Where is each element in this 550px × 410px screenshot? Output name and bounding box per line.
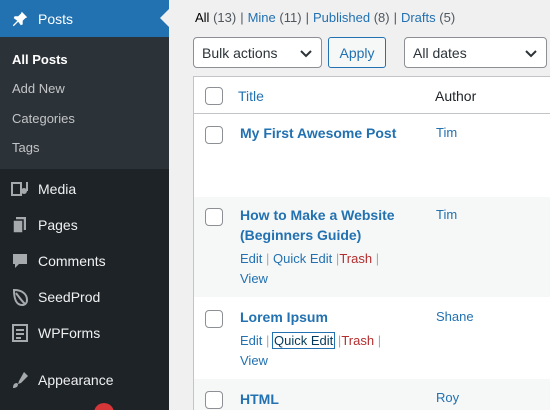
row-checkbox[interactable]: [205, 208, 223, 226]
pushpin-icon: [10, 9, 30, 29]
comments-icon: [10, 251, 30, 271]
sidebar-item-label: SeedProd: [38, 289, 101, 305]
post-title-link[interactable]: How to Make a Website (Beginners Guide): [240, 205, 420, 245]
seedprod-icon: [10, 287, 30, 307]
sidebar-item-label: Pages: [38, 217, 78, 233]
post-title-link[interactable]: HTML: [240, 389, 420, 409]
sidebar-item-seedprod[interactable]: SeedProd: [0, 279, 169, 315]
table-row: My First Awesome Post Tim: [194, 115, 550, 197]
view-mine-count: (11): [279, 10, 302, 25]
sidebar-item-label: Appearance: [38, 372, 114, 388]
post-author-link[interactable]: Roy: [436, 390, 459, 405]
bulk-actions-select[interactable]: Bulk actions: [193, 37, 322, 68]
view-all-link[interactable]: All (13): [195, 10, 236, 25]
appearance-icon: [10, 370, 30, 390]
table-header: Title Author: [194, 77, 550, 114]
column-title-header[interactable]: Title: [238, 88, 264, 104]
sidebar-item-appearance[interactable]: Appearance: [0, 362, 169, 398]
view-published-count: (8): [373, 10, 390, 25]
sidebar-item-comments[interactable]: Comments: [0, 243, 169, 279]
view-separator: |: [240, 10, 244, 25]
select-all-checkbox[interactable]: [205, 87, 223, 105]
row-actions: Edit | Quick Edit |Trash | View: [240, 331, 400, 371]
post-author-link[interactable]: Shane: [436, 309, 474, 324]
bulk-actions-value: Bulk actions: [202, 44, 278, 61]
view-drafts-link[interactable]: Drafts (5): [401, 10, 455, 25]
view-all-count: (13): [213, 10, 237, 25]
column-author-header: Author: [435, 88, 477, 104]
wpforms-icon: [10, 323, 30, 343]
view-published-link[interactable]: Published (8): [313, 10, 390, 25]
sidebar-item-label: Media: [38, 181, 77, 197]
action-separator: |: [266, 251, 270, 266]
table-row: How to Make a Website (Beginners Guide) …: [194, 197, 550, 297]
post-title-link[interactable]: My First Awesome Post: [240, 123, 420, 143]
action-separator: |: [377, 333, 382, 348]
quick-edit-link[interactable]: Quick Edit: [273, 251, 332, 266]
submenu-all-posts[interactable]: All Posts: [12, 52, 68, 67]
sidebar-item-media[interactable]: Media: [0, 171, 169, 207]
post-title-line: (Beginners Guide): [240, 227, 362, 243]
table-row: Lorem Ipsum Shane Edit | Quick Edit |Tra…: [194, 297, 550, 379]
view-link[interactable]: View: [240, 271, 268, 286]
sidebar-item-posts[interactable]: Posts: [0, 0, 169, 37]
view-separator: |: [305, 10, 309, 25]
notification-badge: [94, 403, 114, 410]
row-checkbox[interactable]: [205, 126, 223, 144]
chevron-down-icon: [299, 46, 313, 60]
view-mine-link[interactable]: Mine (11): [248, 10, 302, 25]
sidebar-item-label: Posts: [38, 10, 74, 27]
posts-table: Title Author My First Awesome Post Tim H…: [193, 76, 550, 410]
view-separator: |: [393, 10, 397, 25]
view-link[interactable]: View: [240, 353, 268, 368]
pages-icon: [10, 215, 30, 235]
edit-link[interactable]: Edit: [240, 251, 262, 266]
date-filter-value: All dates: [413, 44, 467, 61]
row-actions: Edit | Quick Edit |Trash | View: [240, 249, 400, 289]
post-title-link[interactable]: Lorem Ipsum: [240, 307, 420, 327]
posts-list-screen: All (13) | Mine (11) | Published (8) | Drafts …: [169, 0, 550, 410]
view-published-label: Published: [312, 10, 371, 25]
trash-link[interactable]: Trash: [339, 251, 372, 266]
sidebar-item-pages[interactable]: Pages: [0, 207, 169, 243]
submenu-add-new[interactable]: Add New: [12, 81, 65, 96]
posts-submenu: All Posts Add New Categories Tags: [0, 37, 169, 169]
view-drafts-label: Drafts: [400, 10, 436, 25]
sidebar-item-label: Comments: [38, 253, 106, 269]
post-author-link[interactable]: Tim: [436, 125, 457, 140]
chevron-down-icon: [524, 46, 538, 60]
view-filters: All (13) | Mine (11) | Published (8) | Drafts …: [195, 10, 455, 25]
sidebar-item-wpforms[interactable]: WPForms: [0, 315, 169, 351]
action-separator: |: [375, 251, 380, 266]
submenu-tags[interactable]: Tags: [12, 140, 39, 155]
admin-sidebar: Posts All Posts Add New Categories Tags …: [0, 0, 169, 410]
post-author-link[interactable]: Tim: [436, 207, 457, 222]
date-filter-select[interactable]: All dates: [404, 37, 547, 68]
media-icon: [10, 179, 30, 199]
trash-link[interactable]: Trash: [341, 333, 374, 348]
apply-button[interactable]: Apply: [328, 37, 386, 68]
action-separator: |: [266, 333, 270, 348]
table-row: HTML Roy: [194, 379, 550, 410]
post-title-line: How to Make a Website: [240, 207, 395, 223]
quick-edit-link[interactable]: Quick Edit: [272, 332, 336, 349]
row-checkbox[interactable]: [205, 310, 223, 328]
view-all-label: All: [195, 10, 210, 25]
row-checkbox[interactable]: [205, 391, 223, 409]
view-drafts-count: (5): [439, 10, 456, 25]
edit-link[interactable]: Edit: [240, 333, 262, 348]
current-menu-arrow: [160, 9, 169, 27]
view-mine-label: Mine: [247, 10, 276, 25]
sidebar-item-label: WPForms: [38, 325, 101, 341]
submenu-categories[interactable]: Categories: [12, 111, 75, 126]
